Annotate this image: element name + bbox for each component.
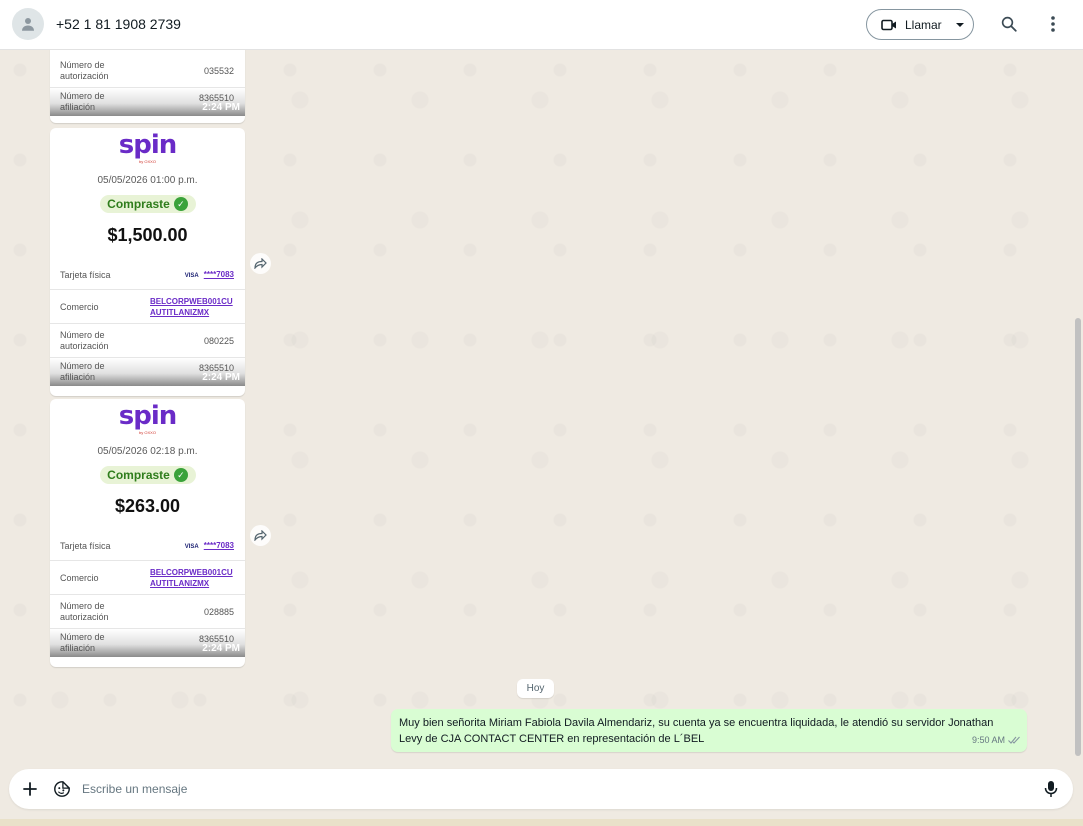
window-bottom-edge bbox=[0, 819, 1083, 826]
receipt-label: Comercio bbox=[60, 572, 99, 583]
spin-logo: spin bbox=[118, 130, 178, 160]
message-time: 9:50 AM bbox=[971, 735, 1005, 745]
receipt-label: Número de afiliación bbox=[60, 632, 105, 653]
receipt-value: 080225 bbox=[203, 335, 234, 346]
chat-area[interactable]: Número de autorización 035532 Número de … bbox=[0, 50, 1083, 768]
receipt-label: Número de autorización bbox=[60, 59, 109, 81]
receipt-row-auth: Número de autorización 035532 bbox=[50, 50, 245, 88]
card-number-link[interactable]: ****7083 bbox=[204, 270, 234, 279]
receipt-image[interactable]: Número de autorización 035532 Número de … bbox=[50, 50, 245, 123]
receipt-row-auth: Número de autorización 080225 bbox=[50, 324, 245, 358]
sticker-icon bbox=[54, 781, 70, 797]
more-vertical-icon bbox=[1051, 16, 1055, 32]
search-button[interactable] bbox=[998, 13, 1020, 35]
receipt-label: Número de afiliación bbox=[60, 91, 105, 112]
person-icon bbox=[22, 18, 34, 31]
receipt-row-merchant: Comercio BELCORPWEB001CU AUTITLANIZMX bbox=[50, 290, 245, 324]
receipt-label: Número de afiliación bbox=[60, 361, 105, 382]
contact-name[interactable]: +52 1 81 1908 2739 bbox=[56, 16, 181, 32]
voice-button[interactable] bbox=[1040, 778, 1062, 800]
outgoing-message[interactable]: Muy bien señorita Miriam Fabiola Davila … bbox=[391, 709, 1027, 752]
merchant-link[interactable]: BELCORPWEB001CU AUTITLANIZMX bbox=[150, 567, 234, 589]
visa-logo: VISA bbox=[184, 273, 199, 279]
receipt-label: Tarjeta física bbox=[60, 540, 111, 551]
receipt-value: VISA ****7083 bbox=[185, 540, 234, 551]
receipt-label: Número de autorización bbox=[60, 329, 109, 351]
forward-button[interactable] bbox=[250, 525, 271, 546]
receipt-row-merchant: Comercio BELCORPWEB001CU AUTITLANIZMX bbox=[50, 561, 245, 595]
receipt-image[interactable]: spin by OXXO 05/05/2026 01:00 p.m. Compr… bbox=[50, 128, 245, 396]
receipt-label: Tarjeta física bbox=[60, 269, 111, 280]
spin-logo-sub: by OXXO bbox=[139, 159, 156, 164]
receipt-status-badge: Compraste ✓ bbox=[99, 466, 196, 484]
search-icon bbox=[1001, 16, 1017, 32]
day-separator: Hoy bbox=[517, 679, 554, 698]
receipt-row-affil: Número de afiliación 8365510 2:24 PM bbox=[50, 629, 245, 657]
receipt-status-label: Compraste bbox=[107, 468, 170, 482]
microphone-icon bbox=[1044, 781, 1058, 797]
forward-icon bbox=[254, 258, 267, 269]
sticker-button[interactable] bbox=[51, 778, 73, 800]
message-time: 2:24 PM bbox=[202, 372, 240, 383]
receipt-status-label: Compraste bbox=[107, 197, 170, 211]
message-meta: 9:50 AM bbox=[972, 732, 1021, 748]
spin-logo: spin bbox=[118, 401, 178, 431]
check-circle-icon: ✓ bbox=[173, 468, 188, 482]
check-circle-icon: ✓ bbox=[173, 197, 188, 211]
message-time: 2:24 PM bbox=[202, 102, 240, 113]
receipt-status-badge: Compraste ✓ bbox=[99, 195, 196, 213]
forward-button[interactable] bbox=[250, 253, 271, 274]
receipt-value: 035532 bbox=[203, 65, 234, 76]
spin-logo-sub: by OXXO bbox=[139, 430, 156, 435]
receipt-date: 05/05/2026 01:00 p.m. bbox=[97, 175, 198, 186]
message-text: Muy bien señorita Miriam Fabiola Davila … bbox=[399, 717, 994, 745]
call-button[interactable]: Llamar bbox=[866, 9, 974, 40]
receipt-row-card: Tarjeta física VISA ****7083 bbox=[50, 531, 245, 561]
message-input[interactable] bbox=[82, 779, 1022, 799]
chat-scrollbar[interactable] bbox=[1075, 318, 1081, 756]
receipt-value: VISA ****7083 bbox=[185, 269, 234, 280]
card-number-link[interactable]: ****7083 bbox=[204, 541, 234, 550]
chat-header: +52 1 81 1908 2739 Llamar bbox=[0, 0, 1083, 50]
receipt-date: 05/05/2026 02:18 p.m. bbox=[97, 446, 198, 457]
receipt-label: Comercio bbox=[60, 301, 99, 312]
contact-avatar[interactable] bbox=[12, 8, 44, 40]
message-time: 2:24 PM bbox=[202, 643, 240, 654]
message-composer bbox=[9, 769, 1073, 809]
caret-down-icon bbox=[955, 22, 964, 27]
visa-logo: VISA bbox=[184, 544, 199, 550]
receipt-amount: $1,500.00 bbox=[107, 225, 188, 245]
forward-icon bbox=[254, 530, 267, 541]
receipt-amount: $263.00 bbox=[114, 496, 181, 516]
attach-button[interactable] bbox=[19, 778, 41, 800]
receipt-image[interactable]: spin by OXXO 05/05/2026 02:18 p.m. Compr… bbox=[50, 399, 245, 667]
receipt-row-auth: Número de autorización 028885 bbox=[50, 595, 245, 629]
plus-icon bbox=[23, 782, 37, 796]
double-check-icon bbox=[1008, 736, 1020, 744]
merchant-link[interactable]: BELCORPWEB001CU AUTITLANIZMX bbox=[150, 296, 234, 318]
receipt-row-affil: Número de afiliación 8365510 2:24 PM bbox=[50, 88, 245, 116]
menu-button[interactable] bbox=[1042, 13, 1064, 35]
receipt-value: 028885 bbox=[203, 606, 234, 617]
receipt-label: Número de autorización bbox=[60, 600, 109, 622]
receipt-row-card: Tarjeta física VISA ****7083 bbox=[50, 260, 245, 290]
receipt-row-affil: Número de afiliación 8365510 2:24 PM bbox=[50, 358, 245, 386]
video-camera-icon bbox=[881, 19, 896, 30]
call-button-label: Llamar bbox=[905, 17, 942, 32]
